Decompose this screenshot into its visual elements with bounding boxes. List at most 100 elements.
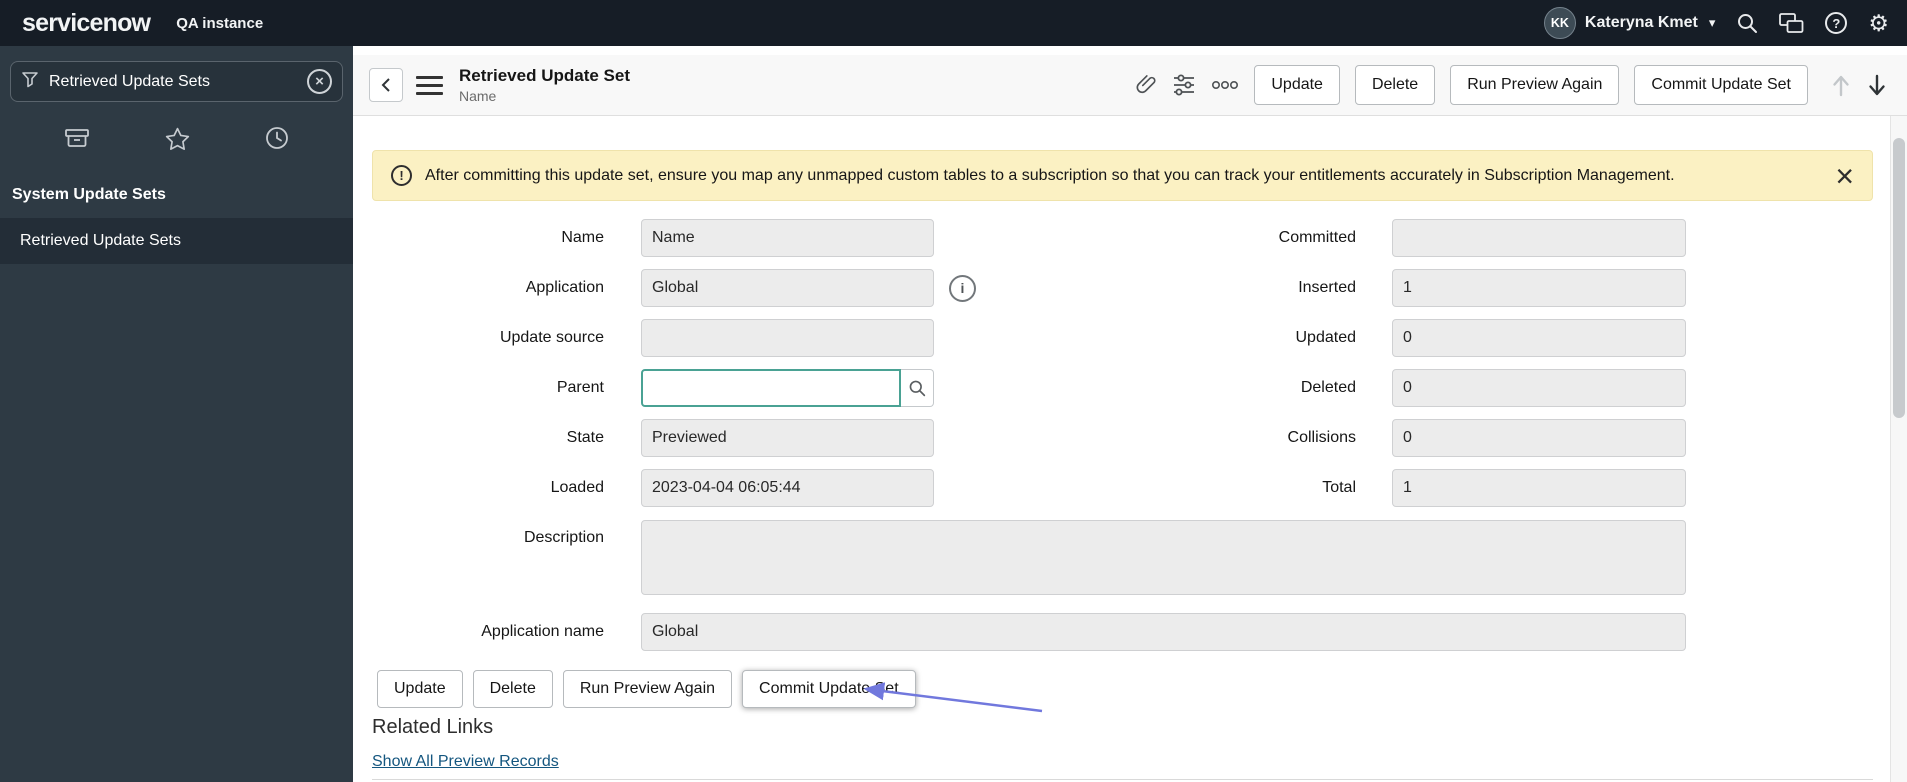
- updated-field[interactable]: [1392, 319, 1686, 357]
- section-divider: [372, 779, 1873, 780]
- footer-run-preview-again-button[interactable]: Run Preview Again: [562, 670, 733, 708]
- name-label: Name: [561, 229, 604, 246]
- user-menu[interactable]: KK Kateryna Kmet ▾: [1543, 7, 1716, 39]
- related-links-section: Related Links Show All Preview Records: [372, 716, 559, 771]
- parent-label: Parent: [556, 379, 604, 396]
- warning-icon: !: [391, 165, 412, 186]
- sidebar-search-input[interactable]: [49, 72, 297, 91]
- record-subtitle: Name: [459, 88, 497, 104]
- attachment-paperclip-icon[interactable]: [1135, 74, 1157, 96]
- field-row-parent: Parent: [372, 369, 992, 407]
- state-label: State: [566, 429, 604, 446]
- chevron-down-icon: ▾: [1708, 15, 1716, 30]
- parent-field[interactable]: [641, 369, 901, 407]
- footer-update-button[interactable]: Update: [377, 670, 463, 708]
- sidebar: × System Update Sets Retrieved Update Se…: [0, 46, 353, 782]
- field-row-loaded: Loaded: [372, 469, 992, 507]
- updated-label: Updated: [1295, 329, 1357, 346]
- field-row-state: State: [372, 419, 992, 457]
- footer-commit-update-set-button[interactable]: Commit Update Set: [742, 670, 916, 708]
- close-icon[interactable]: ×: [1835, 160, 1854, 192]
- favorites-star-icon[interactable]: [165, 127, 190, 150]
- delete-button[interactable]: Delete: [1354, 65, 1436, 105]
- personalize-form-sliders-icon[interactable]: [1172, 74, 1196, 96]
- sidebar-tabs: [0, 102, 353, 170]
- warning-text: After committing this update set, ensure…: [425, 166, 1675, 184]
- avatar[interactable]: KK: [1543, 7, 1576, 39]
- committed-field[interactable]: [1392, 219, 1686, 257]
- state-field[interactable]: [641, 419, 934, 457]
- field-row-application-name: Application name: [372, 613, 1686, 651]
- help-icon[interactable]: ?: [1825, 12, 1848, 34]
- collisions-label: Collisions: [1287, 429, 1356, 446]
- instance-label: QA instance: [176, 14, 264, 32]
- warning-banner: ! After committing this update set, ensu…: [372, 150, 1873, 201]
- update-source-field[interactable]: [641, 319, 934, 357]
- sidebar-item-retrieved-update-sets[interactable]: Retrieved Update Sets: [0, 218, 353, 264]
- user-name: Kateryna Kmet: [1584, 14, 1698, 31]
- top-header: servicenow QA instance KK Kateryna Kmet …: [0, 0, 1907, 46]
- record-navigation: [1831, 74, 1887, 97]
- footer-actions: Update Delete Run Preview Again Commit U…: [377, 670, 916, 708]
- form-column-right: Committed Inserted Updated Deleted Colli…: [1140, 219, 1686, 507]
- committed-label: Committed: [1278, 229, 1356, 246]
- total-field[interactable]: [1392, 469, 1686, 507]
- application-name-field[interactable]: [641, 613, 1686, 651]
- all-applications-icon[interactable]: [64, 127, 90, 149]
- deleted-label: Deleted: [1300, 379, 1356, 396]
- application-label: Application: [525, 279, 604, 296]
- footer-delete-button[interactable]: Delete: [472, 670, 553, 708]
- application-field[interactable]: [641, 269, 934, 307]
- gear-icon[interactable]: ⚙: [1868, 11, 1889, 35]
- field-row-total: Total: [1140, 469, 1686, 507]
- form-column-left: Name Application i Update source Parent …: [372, 219, 992, 507]
- update-button[interactable]: Update: [1254, 65, 1340, 105]
- previous-record-arrow-icon[interactable]: [1831, 74, 1851, 97]
- form-header-actions: Update Delete Run Preview Again Commit U…: [1135, 65, 1895, 105]
- deleted-field[interactable]: [1392, 369, 1686, 407]
- info-icon[interactable]: i: [949, 274, 976, 302]
- commit-update-set-button[interactable]: Commit Update Set: [1634, 65, 1808, 105]
- connected-devices-icon[interactable]: [1779, 12, 1804, 34]
- reference-lookup-icon[interactable]: [901, 369, 934, 407]
- header-right: KK Kateryna Kmet ▾ ? ⚙: [1543, 7, 1889, 39]
- run-preview-again-button[interactable]: Run Preview Again: [1450, 65, 1620, 105]
- parent-reference-wrap: [641, 369, 934, 407]
- clear-search-icon[interactable]: ×: [307, 69, 332, 94]
- history-clock-icon[interactable]: [265, 126, 289, 150]
- field-row-name: Name: [372, 219, 992, 257]
- field-row-deleted: Deleted: [1140, 369, 1686, 407]
- field-row-updated: Updated: [1140, 319, 1686, 357]
- collisions-field[interactable]: [1392, 419, 1686, 457]
- page-title: Retrieved Update Set: [459, 66, 630, 85]
- back-button[interactable]: [369, 68, 403, 102]
- field-row-update-source: Update source: [372, 319, 992, 357]
- field-row-description: Description: [372, 520, 1686, 595]
- update-source-label: Update source: [499, 329, 604, 346]
- total-label: Total: [1322, 479, 1356, 496]
- scrollbar-thumb[interactable]: [1893, 138, 1905, 418]
- application-name-label: Application name: [481, 623, 604, 640]
- servicenow-logo: servicenow: [22, 8, 151, 37]
- next-record-arrow-icon[interactable]: [1867, 74, 1887, 97]
- loaded-field[interactable]: [641, 469, 934, 507]
- show-all-preview-records-link[interactable]: Show All Preview Records: [372, 753, 559, 771]
- name-field[interactable]: [641, 219, 934, 257]
- more-options-icon[interactable]: [1211, 80, 1239, 90]
- description-field[interactable]: [641, 520, 1686, 595]
- context-menu-icon[interactable]: [416, 75, 443, 95]
- inserted-label: Inserted: [1298, 279, 1356, 296]
- form-header: Retrieved Update Set Name Update Delete …: [353, 55, 1907, 116]
- search-icon[interactable]: [1736, 12, 1758, 34]
- description-label: Description: [523, 529, 604, 546]
- field-row-collisions: Collisions: [1140, 419, 1686, 457]
- vertical-scrollbar[interactable]: [1890, 116, 1907, 782]
- field-row-inserted: Inserted: [1140, 269, 1686, 307]
- field-row-application: Application i: [372, 269, 992, 307]
- filter-icon: [21, 70, 39, 93]
- field-row-committed: Committed: [1140, 219, 1686, 257]
- loaded-label: Loaded: [550, 479, 604, 496]
- sidebar-section-title: System Update Sets: [12, 186, 166, 203]
- inserted-field[interactable]: [1392, 269, 1686, 307]
- related-links-title: Related Links: [372, 716, 494, 738]
